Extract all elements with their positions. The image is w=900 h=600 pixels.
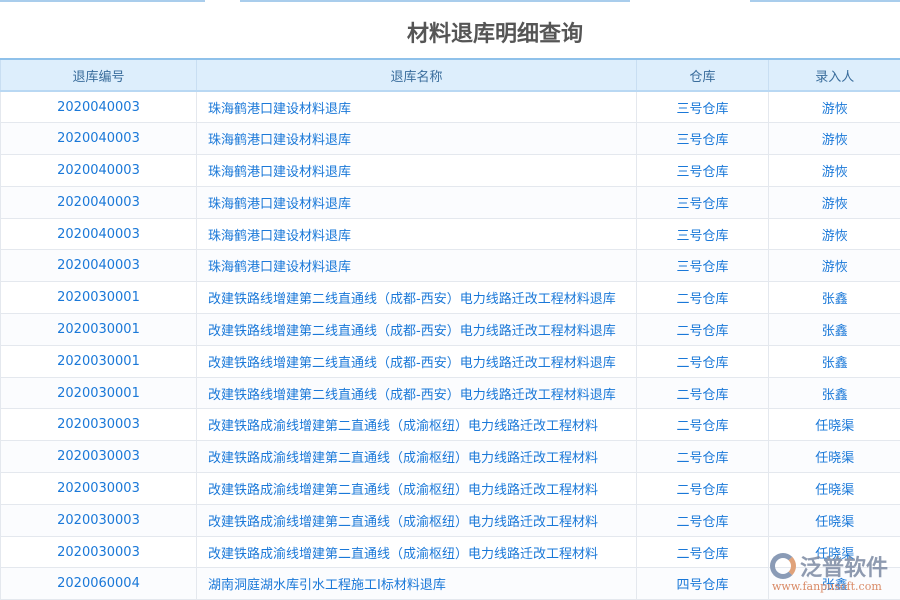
cell-warehouse: 二号仓库 [637, 536, 769, 568]
cell-warehouse: 三号仓库 [637, 218, 769, 250]
cell-return-id: 2020040003 [1, 186, 197, 218]
cell-entered-by: 游恢 [769, 186, 900, 218]
column-header-entered-by[interactable]: 录入人 [769, 59, 900, 91]
column-header-name[interactable]: 退库名称 [197, 59, 637, 91]
cell-entered-by: 任晓渠 [769, 536, 900, 568]
cell-return-id: 2020030001 [1, 345, 197, 377]
cell-warehouse: 二号仓库 [637, 504, 769, 536]
column-header-id[interactable]: 退库编号 [1, 59, 197, 91]
cell-entered-by: 张鑫 [769, 314, 900, 346]
cell-return-id: 2020040003 [1, 155, 197, 187]
table-row[interactable]: 2020040003珠海鹤港口建设材料退库三号仓库游恢 [1, 155, 900, 187]
table-row[interactable]: 2020060004湖南洞庭湖水库引水工程施工I标材料退库四号仓库张鑫 [1, 568, 900, 600]
table-row[interactable]: 2020030001改建铁路线增建第二线直通线（成都-西安）电力线路迁改工程材料… [1, 314, 900, 346]
cell-entered-by: 张鑫 [769, 377, 900, 409]
cell-return-name: 珠海鹤港口建设材料退库 [197, 218, 637, 250]
table-row[interactable]: 2020040003珠海鹤港口建设材料退库三号仓库游恢 [1, 91, 900, 123]
cell-return-name: 改建铁路线增建第二线直通线（成都-西安）电力线路迁改工程材料退库 [197, 345, 637, 377]
cell-return-id: 2020030003 [1, 409, 197, 441]
cell-warehouse: 三号仓库 [637, 123, 769, 155]
cell-return-id: 2020030003 [1, 441, 197, 473]
table-row[interactable]: 2020030003改建铁路成渝线增建第二直通线（成渝枢纽）电力线路迁改工程材料… [1, 536, 900, 568]
cell-return-id: 2020040003 [1, 250, 197, 282]
cell-return-name: 改建铁路成渝线增建第二直通线（成渝枢纽）电力线路迁改工程材料 [197, 441, 637, 473]
cell-warehouse: 三号仓库 [637, 91, 769, 123]
table-row[interactable]: 2020040003珠海鹤港口建设材料退库三号仓库游恢 [1, 218, 900, 250]
cell-warehouse: 三号仓库 [637, 250, 769, 282]
cell-return-name: 改建铁路成渝线增建第二直通线（成渝枢纽）电力线路迁改工程材料 [197, 536, 637, 568]
cell-entered-by: 任晓渠 [769, 441, 900, 473]
cell-return-name: 改建铁路成渝线增建第二直通线（成渝枢纽）电力线路迁改工程材料 [197, 504, 637, 536]
table-row[interactable]: 2020030003改建铁路成渝线增建第二直通线（成渝枢纽）电力线路迁改工程材料… [1, 504, 900, 536]
cell-entered-by: 张鑫 [769, 568, 900, 600]
cell-return-name: 珠海鹤港口建设材料退库 [197, 250, 637, 282]
cell-entered-by: 任晓渠 [769, 409, 900, 441]
cell-return-name: 改建铁路线增建第二线直通线（成都-西安）电力线路迁改工程材料退库 [197, 314, 637, 346]
top-divider [0, 0, 205, 2]
table-row[interactable]: 2020040003珠海鹤港口建设材料退库三号仓库游恢 [1, 123, 900, 155]
cell-entered-by: 任晓渠 [769, 504, 900, 536]
cell-entered-by: 游恢 [769, 218, 900, 250]
table-row[interactable]: 2020030001改建铁路线增建第二线直通线（成都-西安）电力线路迁改工程材料… [1, 377, 900, 409]
cell-return-id: 2020030001 [1, 282, 197, 314]
cell-return-id: 2020030001 [1, 377, 197, 409]
top-divider [240, 0, 630, 2]
cell-return-name: 改建铁路线增建第二线直通线（成都-西安）电力线路迁改工程材料退库 [197, 282, 637, 314]
table-row[interactable]: 2020030001改建铁路线增建第二线直通线（成都-西安）电力线路迁改工程材料… [1, 282, 900, 314]
cell-warehouse: 二号仓库 [637, 377, 769, 409]
cell-entered-by: 游恢 [769, 250, 900, 282]
cell-return-name: 改建铁路线增建第二线直通线（成都-西安）电力线路迁改工程材料退库 [197, 377, 637, 409]
cell-return-id: 2020040003 [1, 218, 197, 250]
column-header-warehouse[interactable]: 仓库 [637, 59, 769, 91]
cell-warehouse: 四号仓库 [637, 568, 769, 600]
table-row[interactable]: 2020030003改建铁路成渝线增建第二直通线（成渝枢纽）电力线路迁改工程材料… [1, 441, 900, 473]
table-row[interactable]: 2020030003改建铁路成渝线增建第二直通线（成渝枢纽）电力线路迁改工程材料… [1, 473, 900, 505]
results-table: 退库编号 退库名称 仓库 录入人 2020040003珠海鹤港口建设材料退库三号… [0, 58, 900, 600]
cell-return-id: 2020040003 [1, 91, 197, 123]
cell-return-id: 2020060004 [1, 568, 197, 600]
cell-entered-by: 张鑫 [769, 282, 900, 314]
cell-return-id: 2020030003 [1, 504, 197, 536]
cell-entered-by: 张鑫 [769, 345, 900, 377]
cell-return-name: 改建铁路成渝线增建第二直通线（成渝枢纽）电力线路迁改工程材料 [197, 473, 637, 505]
cell-warehouse: 二号仓库 [637, 441, 769, 473]
cell-return-id: 2020030003 [1, 536, 197, 568]
cell-entered-by: 游恢 [769, 123, 900, 155]
table-row[interactable]: 2020040003珠海鹤港口建设材料退库三号仓库游恢 [1, 250, 900, 282]
cell-return-name: 珠海鹤港口建设材料退库 [197, 91, 637, 123]
cell-return-id: 2020040003 [1, 123, 197, 155]
cell-entered-by: 游恢 [769, 91, 900, 123]
cell-warehouse: 二号仓库 [637, 282, 769, 314]
cell-return-id: 2020030003 [1, 473, 197, 505]
cell-return-name: 珠海鹤港口建设材料退库 [197, 186, 637, 218]
cell-warehouse: 二号仓库 [637, 345, 769, 377]
page-title: 材料退库明细查询 [0, 16, 900, 48]
cell-warehouse: 三号仓库 [637, 155, 769, 187]
table-row[interactable]: 2020040003珠海鹤港口建设材料退库三号仓库游恢 [1, 186, 900, 218]
top-divider [750, 0, 900, 2]
table-header: 退库编号 退库名称 仓库 录入人 [1, 59, 900, 91]
cell-return-name: 湖南洞庭湖水库引水工程施工I标材料退库 [197, 568, 637, 600]
cell-warehouse: 二号仓库 [637, 473, 769, 505]
cell-warehouse: 三号仓库 [637, 186, 769, 218]
cell-return-name: 改建铁路成渝线增建第二直通线（成渝枢纽）电力线路迁改工程材料 [197, 409, 637, 441]
table-row[interactable]: 2020030001改建铁路线增建第二线直通线（成都-西安）电力线路迁改工程材料… [1, 345, 900, 377]
cell-warehouse: 二号仓库 [637, 314, 769, 346]
cell-entered-by: 游恢 [769, 155, 900, 187]
table-row[interactable]: 2020030003改建铁路成渝线增建第二直通线（成渝枢纽）电力线路迁改工程材料… [1, 409, 900, 441]
cell-warehouse: 二号仓库 [637, 409, 769, 441]
cell-return-id: 2020030001 [1, 314, 197, 346]
cell-return-name: 珠海鹤港口建设材料退库 [197, 123, 637, 155]
cell-return-name: 珠海鹤港口建设材料退库 [197, 155, 637, 187]
cell-entered-by: 任晓渠 [769, 473, 900, 505]
